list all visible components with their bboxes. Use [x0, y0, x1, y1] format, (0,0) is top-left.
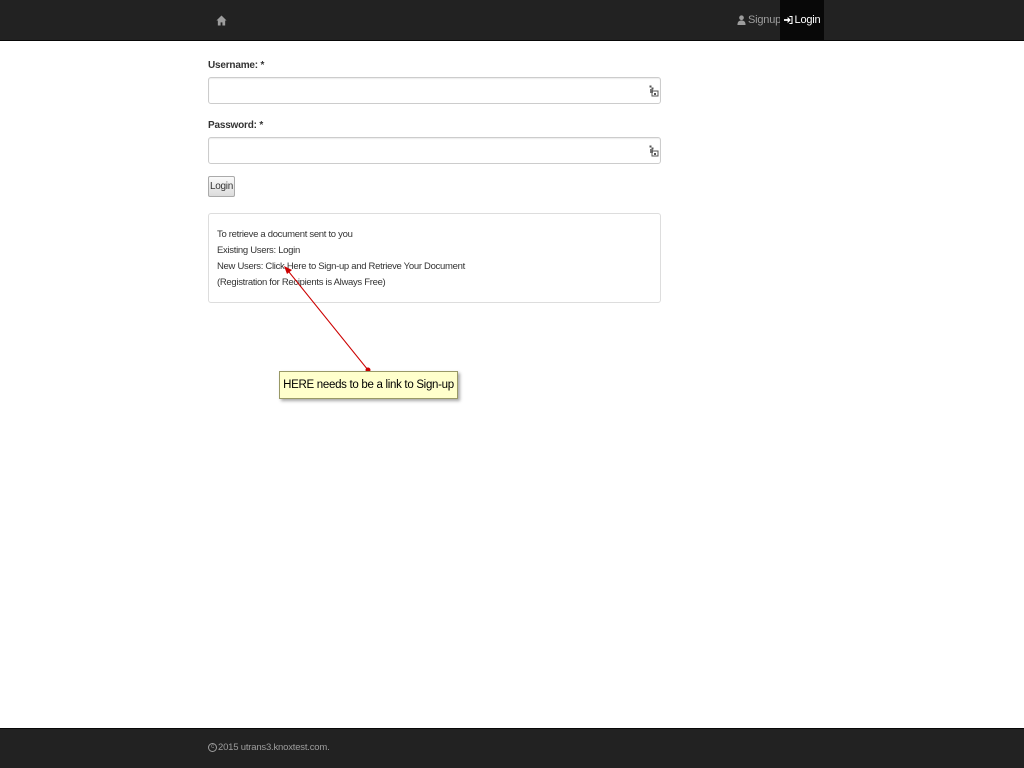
login-button[interactable]: Login	[208, 176, 235, 197]
footer: c 2015 utrans3.knoxtest.com.	[0, 728, 1024, 768]
user-icon	[737, 15, 746, 25]
log-in-icon	[783, 15, 793, 25]
new-users-suffix: to Sign-up and Retrieve Your Document	[306, 261, 466, 272]
info-line: Existing Users: Login	[217, 245, 300, 256]
existing-users-text: Existing Users:	[217, 245, 279, 256]
annotation-arrow	[284, 266, 371, 373]
username-label: Username: *	[208, 60, 265, 71]
new-users-text: New Users: Click	[217, 261, 287, 272]
footer-copyright: c 2015 utrans3.knoxtest.com.	[208, 742, 330, 753]
home-icon	[215, 14, 227, 26]
signup-link[interactable]: Signup	[737, 0, 781, 40]
info-line: To retrieve a document sent to you	[217, 229, 353, 240]
key-icon[interactable]	[649, 145, 659, 157]
home-link[interactable]	[208, 0, 234, 40]
info-line: New Users: Click Here to Sign-up and Ret…	[217, 261, 465, 272]
login-label: Login	[794, 14, 821, 26]
password-label: Password: *	[208, 120, 264, 131]
existing-users-login-link[interactable]: Login	[278, 245, 300, 256]
signup-label: Signup	[748, 14, 782, 26]
info-line: (Registration for Recipients is Always F…	[217, 277, 386, 288]
copyright-icon: c	[208, 743, 217, 752]
key-icon[interactable]	[649, 85, 659, 97]
retrieve-document-info: To retrieve a document sent to you Exist…	[208, 213, 661, 303]
here-signup-text: Here	[286, 261, 307, 272]
password-field[interactable]	[208, 137, 661, 164]
footer-text: 2015 utrans3.knoxtest.com.	[218, 742, 330, 753]
login-link[interactable]: Login	[780, 0, 824, 40]
top-navbar: Signup Login	[0, 0, 1024, 41]
username-field[interactable]	[208, 77, 661, 104]
annotation-callout: HERE needs to be a link to Sign-up	[279, 371, 458, 399]
